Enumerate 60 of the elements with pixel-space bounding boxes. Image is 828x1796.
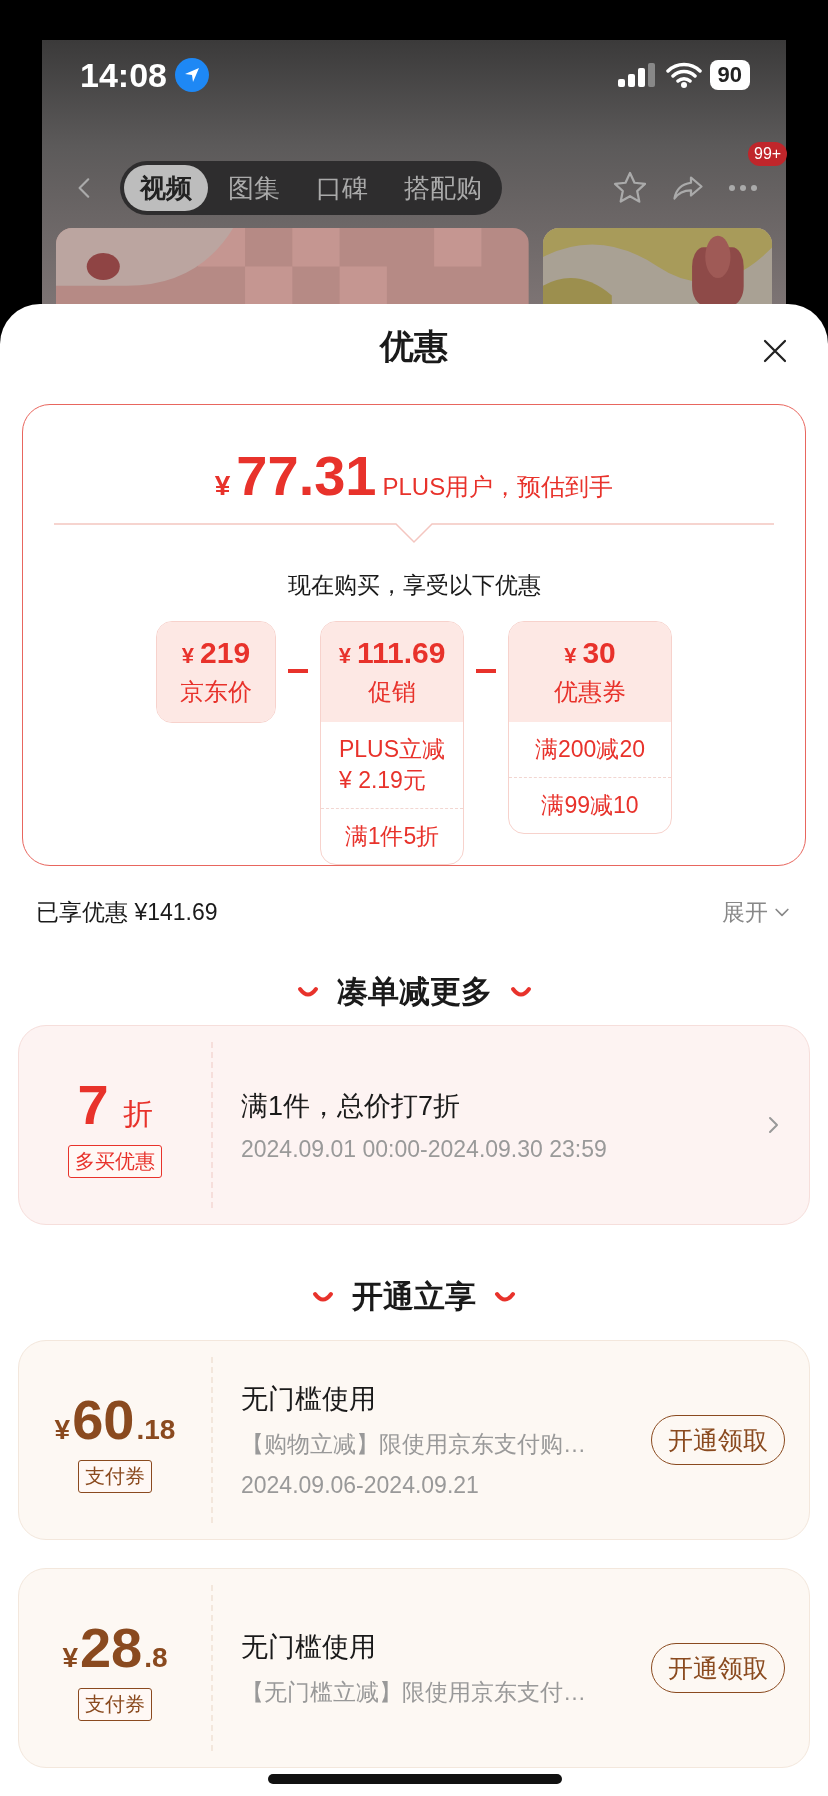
discount-value: 7 xyxy=(77,1072,109,1138)
coupon-value: 28 xyxy=(79,1615,143,1680)
offer-card[interactable]: ¥28.8 支付券 无门槛使用 【无门槛立减】限使用京东支付… 开通领取 xyxy=(18,1568,810,1768)
offer-tag: 支付券 xyxy=(78,1460,152,1493)
sheet-title: 优惠 xyxy=(380,326,448,368)
offer-title: 满1件，总价打7折 xyxy=(241,1089,462,1123)
coupon-decimal: .18 xyxy=(136,1414,176,1446)
offer-title: 无门槛使用 xyxy=(241,1630,377,1664)
status-time: 14:08 xyxy=(80,55,167,95)
currency-sign: ¥ xyxy=(62,1642,78,1674)
offer-card[interactable]: ¥60.18 支付券 无门槛使用 【购物立减】限使用京东支付购… 2024.09.06-2024.09.21 开通领取 xyxy=(18,1340,810,1540)
section-title: 开通立享 xyxy=(352,1277,476,1316)
breakdown-label: 促销 xyxy=(368,677,416,708)
price-subtitle: 现在购买，享受以下优惠 xyxy=(287,571,541,601)
media-tab[interactable]: 视频 xyxy=(124,165,208,211)
minus-icon xyxy=(288,669,308,674)
estimated-price: 77.31 xyxy=(236,443,377,509)
breakdown-label: 京东价 xyxy=(180,677,252,708)
breakdown-detail: 满200减20 xyxy=(535,735,645,765)
smile-mark-icon xyxy=(312,1290,334,1303)
currency-sign: ¥ xyxy=(214,470,231,503)
claim-button[interactable]: 开通领取 xyxy=(651,1415,785,1465)
section-title: 凑单减更多 xyxy=(336,972,492,1011)
coupon-decimal: .8 xyxy=(144,1642,168,1674)
breakdown-amount: ¥ 219 xyxy=(181,636,251,671)
breakdown-amount: ¥ 30 xyxy=(564,636,616,671)
wifi-icon xyxy=(665,62,702,88)
star-icon[interactable] xyxy=(612,170,648,206)
more-icon xyxy=(728,184,758,192)
signal-icon xyxy=(617,63,658,87)
breakdown-detail: 满99减10 xyxy=(541,791,639,821)
currency-sign: ¥ xyxy=(54,1414,71,1446)
location-icon xyxy=(174,58,209,92)
price-caption: PLUS用户，预估到手 xyxy=(382,472,614,503)
smile-mark-icon xyxy=(494,1290,516,1303)
offer-tag: 多买优惠 xyxy=(68,1145,162,1179)
coupon-value: 60 xyxy=(72,1387,135,1452)
discount-unit: 折 xyxy=(122,1096,153,1133)
breakdown-amount: ¥ 111.69 xyxy=(338,636,446,671)
offer-period: 2024.09.06-2024.09.21 xyxy=(241,1472,480,1499)
media-tab[interactable]: 搭配购 xyxy=(388,165,498,211)
saved-amount: 已享优惠 ¥141.69 xyxy=(36,897,218,927)
breakdown-detail: 满1件5折 xyxy=(344,822,440,852)
offer-description: 【无门槛立减】限使用京东支付… xyxy=(241,1677,587,1707)
offer-description: 【购物立减】限使用京东支付购… xyxy=(241,1430,587,1459)
battery-indicator: 90 xyxy=(709,60,750,90)
minus-icon xyxy=(476,669,496,674)
media-tab[interactable]: 图集 xyxy=(212,165,296,211)
offer-tag: 支付券 xyxy=(78,1688,152,1721)
smile-mark-icon xyxy=(296,985,319,998)
offer-title: 无门槛使用 xyxy=(241,1383,377,1416)
media-tab[interactable]: 口碑 xyxy=(300,165,384,211)
expand-toggle[interactable]: 展开 xyxy=(722,896,792,928)
breakdown-label: 优惠券 xyxy=(554,677,626,708)
notification-badge: 99+ xyxy=(748,142,788,166)
claim-button[interactable]: 开通领取 xyxy=(651,1643,785,1693)
smile-mark-icon xyxy=(509,985,532,998)
offer-period: 2024.09.01 00:00-2024.09.30 23:59 xyxy=(241,1135,608,1163)
offer-card[interactable]: 7 折 多买优惠 满1件，总价打7折 2024.09.01 00:00-2024.09.30 23:59 xyxy=(18,1025,810,1226)
breakdown-detail: PLUS立减 ¥ 2.19元 xyxy=(338,735,446,796)
